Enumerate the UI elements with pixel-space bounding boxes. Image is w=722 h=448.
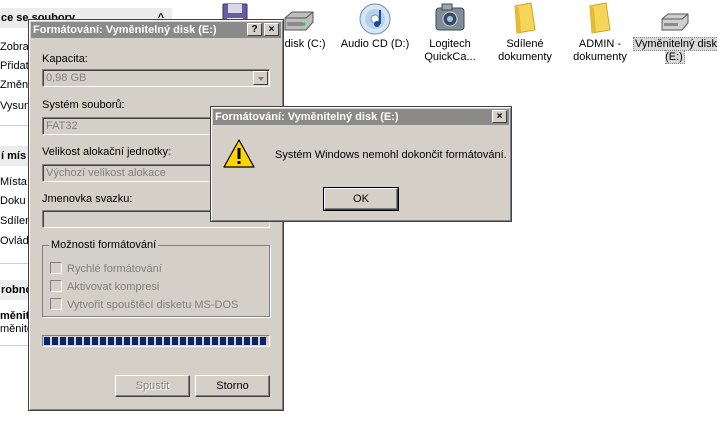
ok-button[interactable]: OK xyxy=(323,187,399,211)
task-pane-header-label: í mís xyxy=(1,150,27,162)
task-item[interactable]: Zobra xyxy=(0,41,29,53)
quick-format-label: Rychlé formátování xyxy=(67,263,162,275)
quick-format-checkbox[interactable]: Rychlé formátování xyxy=(50,262,162,275)
format-options-title: Možnosti formátování xyxy=(49,239,159,251)
dropdown-arrow-icon[interactable] xyxy=(253,71,268,85)
volume-label-label: Jmenovka svazku: xyxy=(42,193,133,205)
task-item[interactable]: Změni xyxy=(0,79,31,91)
error-message: Systém Windows nemohl dokončit formátová… xyxy=(275,149,507,161)
start-button[interactable]: Spustit xyxy=(115,375,190,397)
close-button[interactable]: × xyxy=(264,23,279,36)
compression-checkbox[interactable]: Aktivovat kompresi xyxy=(50,280,159,293)
place-item[interactable]: Místa xyxy=(0,176,27,188)
filesystem-label: Systém souborů: xyxy=(42,99,125,111)
msdos-startup-disk-checkbox[interactable]: Vytvořit spouštěcí disketu MS-DOS xyxy=(50,298,238,311)
format-dialog-titlebar[interactable]: Formátování: Vyměnitelný disk (E:) ? × xyxy=(31,22,281,38)
camera-icon xyxy=(435,3,465,31)
message-box-title: Formátování: Vyměnitelný disk (E:) xyxy=(215,111,399,123)
format-dialog-title: Formátování: Vyměnitelný disk (E:) xyxy=(33,24,217,36)
folder-icon xyxy=(514,2,536,34)
format-progress-bar xyxy=(42,335,270,347)
checkbox-box[interactable] xyxy=(50,262,62,274)
task-item[interactable]: Vysun xyxy=(0,100,30,112)
format-options-group: Možnosti formátování Rychlé formátování … xyxy=(42,239,270,317)
icon-label: Vyměnitelný disk (E:) xyxy=(632,37,718,64)
removable-disk-icon xyxy=(661,13,689,31)
place-item[interactable]: Ovlád xyxy=(0,235,29,247)
task-item[interactable]: Přidat xyxy=(0,60,29,72)
cancel-button[interactable]: Storno xyxy=(195,375,270,397)
format-progress-fill xyxy=(44,337,268,345)
audio-cd-icon xyxy=(359,3,391,35)
folder-icon xyxy=(589,2,611,34)
message-box-titlebar[interactable]: Formátování: Vyměnitelný disk (E:) × xyxy=(213,109,509,125)
place-item[interactable]: Sdíler xyxy=(0,215,29,227)
allocation-unit-label: Velikost alokační jednotky: xyxy=(42,146,172,158)
error-message-box: Formátování: Vyměnitelný disk (E:) × Sys… xyxy=(210,106,512,222)
close-button[interactable]: × xyxy=(492,110,507,123)
hard-disk-icon xyxy=(284,11,314,31)
capacity-value: 0,98 GB xyxy=(46,72,87,84)
capacity-label: Kapacita: xyxy=(42,53,88,65)
place-item[interactable]: Doku xyxy=(0,195,26,207)
checkbox-box[interactable] xyxy=(50,280,62,292)
checkbox-box[interactable] xyxy=(50,298,62,310)
help-button[interactable]: ? xyxy=(247,23,262,36)
compression-label: Aktivovat kompresi xyxy=(67,281,160,293)
filesystem-value: FAT32 xyxy=(46,120,78,132)
warning-icon xyxy=(223,139,255,168)
msdos-startup-disk-label: Vytvořit spouštěcí disketu MS-DOS xyxy=(67,299,239,311)
capacity-select[interactable]: 0,98 GB xyxy=(42,69,270,87)
allocation-unit-value: Výchozí velikost alokace xyxy=(46,167,166,179)
